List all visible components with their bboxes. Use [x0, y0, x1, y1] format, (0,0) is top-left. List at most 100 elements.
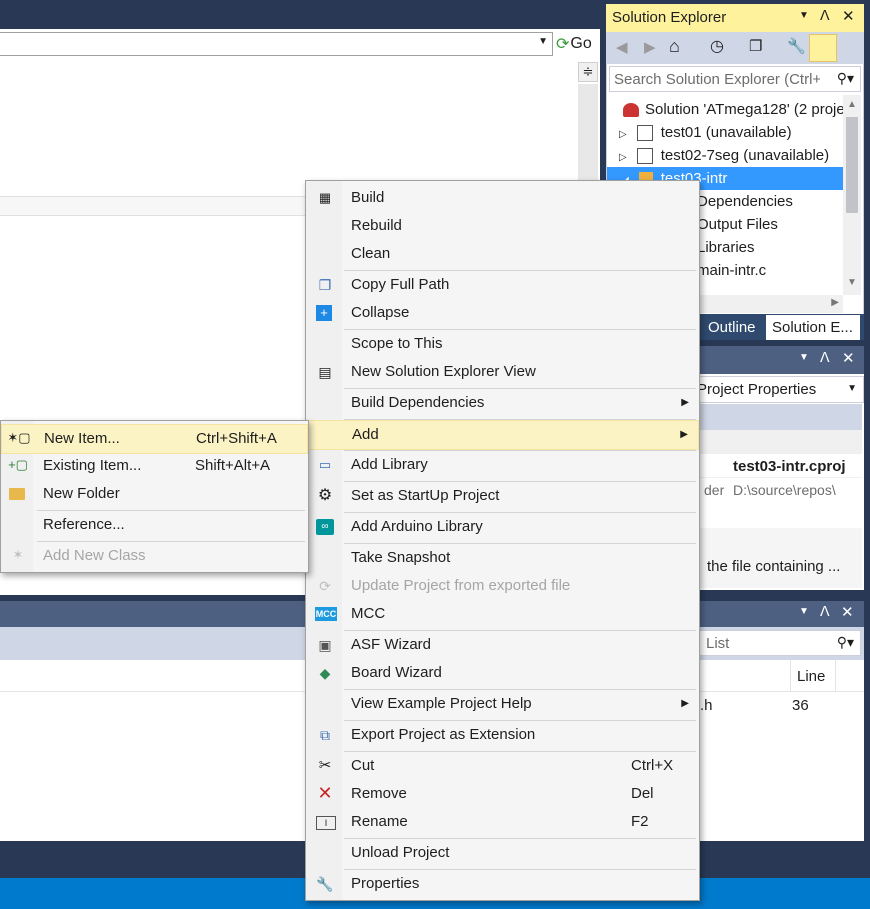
menu-item-take-snapshot[interactable]: Take Snapshot: [306, 544, 699, 572]
scroll-right-icon[interactable]: ▶: [831, 297, 839, 308]
solution-explorer-toolbar: ◀ ▶ ⌂ ◷ ❐ 🔧: [606, 32, 864, 64]
menu-item-clean[interactable]: Clean: [306, 240, 699, 268]
menu-item-update-project: ⟳ Update Project from exported file: [306, 572, 699, 600]
project-icon: [636, 125, 653, 142]
tree-item-solution[interactable]: Solution 'ATmega128' (2 projects): [623, 98, 843, 121]
column-header-line[interactable]: Line: [790, 660, 836, 692]
menu-item-cut[interactable]: ✂ Cut Ctrl+X: [306, 752, 699, 780]
submenu-arrow-icon: ▶: [681, 698, 689, 709]
dropdown-icon[interactable]: ▼: [799, 10, 809, 21]
context-menu: ▦ Build Rebuild Clean ❐ Copy Full Path +…: [305, 180, 700, 901]
class-icon: ✶: [12, 547, 24, 562]
menu-item-properties[interactable]: 🔧 Properties: [306, 870, 699, 898]
pin-icon[interactable]: ᐱ: [820, 603, 830, 620]
menu-item-rebuild[interactable]: Rebuild: [306, 212, 699, 240]
new-view-icon: ▤: [318, 364, 332, 380]
solution-explorer-titlebar: Solution Explorer ▼ ᐱ ✕: [606, 4, 864, 32]
submenu-item-add-new-class: ✶ Add New Class: [1, 542, 308, 570]
remove-x-icon: ✕: [317, 783, 333, 803]
menu-item-build[interactable]: ▦ Build: [306, 184, 699, 212]
pin-icon[interactable]: ᐱ: [820, 349, 830, 366]
tree-item-dependencies[interactable]: Dependencies: [697, 190, 793, 213]
search-icon[interactable]: ⚲▾: [837, 70, 854, 87]
tree-item-output-files[interactable]: Output Files: [697, 213, 778, 236]
search-icon[interactable]: ⚲▾: [837, 634, 854, 651]
submenu-item-reference[interactable]: Reference...: [1, 511, 308, 539]
tab-solution-explorer[interactable]: Solution E...: [766, 315, 860, 340]
pin-icon[interactable]: ᐱ: [820, 7, 830, 24]
menu-item-collapse[interactable]: + Collapse: [306, 299, 699, 327]
scroll-down-icon[interactable]: ▼: [847, 277, 857, 288]
tree-item-main[interactable]: main-intr.c: [697, 259, 766, 282]
menu-item-add-arduino-library[interactable]: ∞ Add Arduino Library: [306, 513, 699, 541]
splitter-icon[interactable]: ≑: [578, 62, 598, 82]
menu-item-add-library[interactable]: ▭ Add Library: [306, 451, 699, 479]
dropdown-icon[interactable]: ▼: [799, 352, 809, 363]
scroll-up-icon[interactable]: ▲: [847, 99, 857, 110]
menu-item-new-solution-explorer-view[interactable]: ▤ New Solution Explorer View: [306, 358, 699, 386]
scroll-thumb[interactable]: [846, 117, 858, 213]
preview-toggle-icon[interactable]: [809, 34, 837, 62]
tree-vertical-scrollbar[interactable]: ▲ ▼: [843, 95, 861, 295]
gear-icon: ⚙: [317, 487, 333, 504]
copy-icon: ❐: [318, 277, 332, 293]
menu-item-asf-wizard[interactable]: ▣ ASF Wizard: [306, 631, 699, 659]
existing-item-icon: +▢: [8, 457, 28, 472]
menu-item-unload-project[interactable]: Unload Project: [306, 839, 699, 867]
submenu-item-existing-item[interactable]: +▢ Existing Item... Shift+Alt+A: [1, 452, 308, 480]
menu-item-add[interactable]: Add ▶: [306, 420, 699, 450]
rename-icon: I: [316, 816, 336, 830]
menu-item-copy-full-path[interactable]: ❐ Copy Full Path: [306, 271, 699, 299]
go-button[interactable]: ⟳ Go: [556, 32, 598, 56]
solution-search-input[interactable]: Search Solution Explorer (Ctrl+;) ⚲▾: [609, 66, 861, 92]
navigation-combo[interactable]: ▼: [0, 32, 553, 56]
dropdown-icon[interactable]: ▼: [799, 606, 809, 617]
menu-item-export-project[interactable]: ⧉ Export Project as Extension: [306, 721, 699, 749]
tree-item-libraries[interactable]: Libraries: [697, 236, 755, 259]
expand-arrow-icon[interactable]: ▷: [619, 129, 627, 140]
project-icon: [636, 148, 653, 165]
forward-icon[interactable]: ▶: [644, 38, 656, 56]
collapse-all-icon[interactable]: ❐: [749, 37, 762, 55]
menu-item-view-example-project-help[interactable]: View Example Project Help ▶: [306, 690, 699, 718]
update-icon: ⟳: [319, 578, 331, 594]
build-icon: ▦: [318, 190, 332, 205]
submenu-arrow-icon: ▶: [681, 397, 689, 408]
menu-item-board-wizard[interactable]: ◆ Board Wizard: [306, 659, 699, 687]
menu-item-remove[interactable]: ✕ Remove Del: [306, 780, 699, 808]
go-arrow-icon: ⟳: [556, 36, 570, 53]
scissors-icon: ✂: [318, 757, 332, 774]
menu-item-rename[interactable]: I Rename F2: [306, 808, 699, 836]
board-icon: ◆: [319, 665, 331, 681]
back-icon[interactable]: ◀: [616, 38, 628, 56]
chevron-down-icon[interactable]: ▼: [847, 383, 857, 394]
tree-item-test01[interactable]: ▷ test01 (unavailable): [619, 121, 792, 144]
solution-icon: [623, 103, 639, 118]
close-icon[interactable]: ✕: [841, 603, 854, 621]
new-item-icon: ✶▢: [7, 430, 31, 445]
mcc-icon: MCC: [315, 607, 337, 621]
asf-wizard-icon: ▣: [318, 637, 332, 653]
menu-item-build-dependencies[interactable]: Build Dependencies ▶: [306, 389, 699, 417]
submenu-item-new-folder[interactable]: New Folder: [1, 480, 308, 508]
chevron-down-icon[interactable]: ▼: [538, 36, 548, 47]
bottom-search-input[interactable]: List ⚲▾: [697, 630, 861, 656]
collapse-icon: +: [316, 305, 332, 321]
close-icon[interactable]: ✕: [842, 349, 855, 367]
home-icon[interactable]: ⌂: [669, 36, 680, 57]
properties-wrench-icon[interactable]: 🔧: [787, 37, 806, 55]
menu-item-mcc[interactable]: MCC MCC: [306, 600, 699, 628]
wrench-icon: 🔧: [316, 876, 334, 892]
folder-icon: [9, 488, 25, 500]
export-icon: ⧉: [320, 727, 330, 743]
submenu-item-new-item[interactable]: ✶▢ New Item... Ctrl+Shift+A: [1, 424, 308, 454]
close-icon[interactable]: ✕: [842, 7, 855, 25]
expand-arrow-icon[interactable]: ▷: [619, 152, 627, 163]
tree-item-test02[interactable]: ▷ test02-7seg (unavailable): [619, 144, 829, 167]
tab-outline[interactable]: Outline: [704, 315, 764, 340]
menu-item-scope-to-this[interactable]: Scope to This: [306, 330, 699, 358]
library-icon: ▭: [318, 457, 332, 472]
arduino-icon: ∞: [316, 519, 334, 535]
history-icon[interactable]: ◷: [710, 36, 724, 56]
menu-item-set-startup-project[interactable]: ⚙ Set as StartUp Project: [306, 482, 699, 510]
